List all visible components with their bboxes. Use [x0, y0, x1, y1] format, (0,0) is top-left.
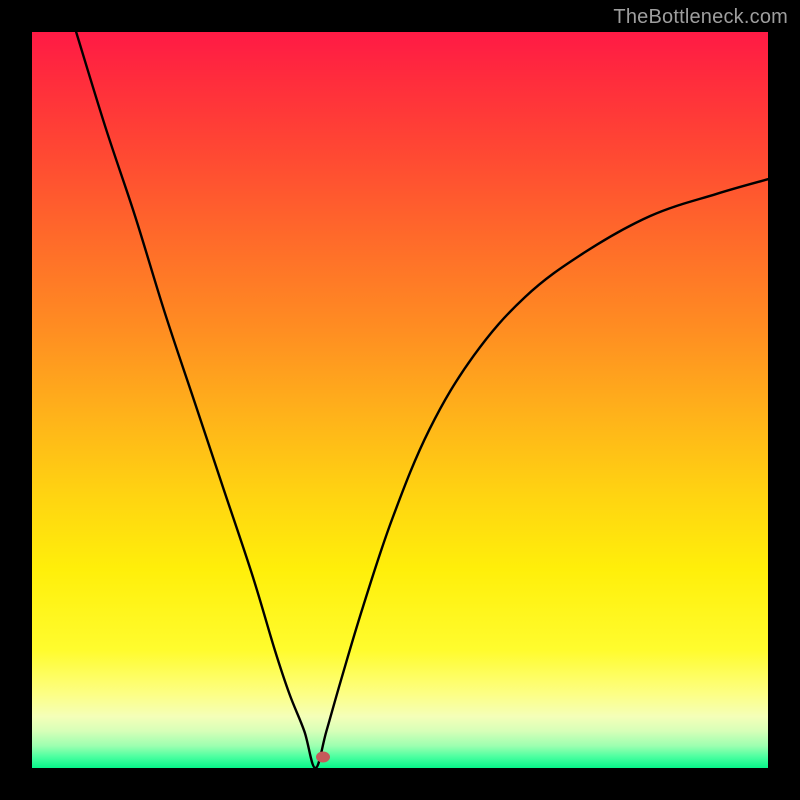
bottleneck-curve: [32, 32, 768, 768]
optimum-marker: [316, 751, 330, 762]
chart-frame: TheBottleneck.com: [0, 0, 800, 800]
plot-area: [32, 32, 768, 768]
watermark-text: TheBottleneck.com: [613, 6, 788, 29]
